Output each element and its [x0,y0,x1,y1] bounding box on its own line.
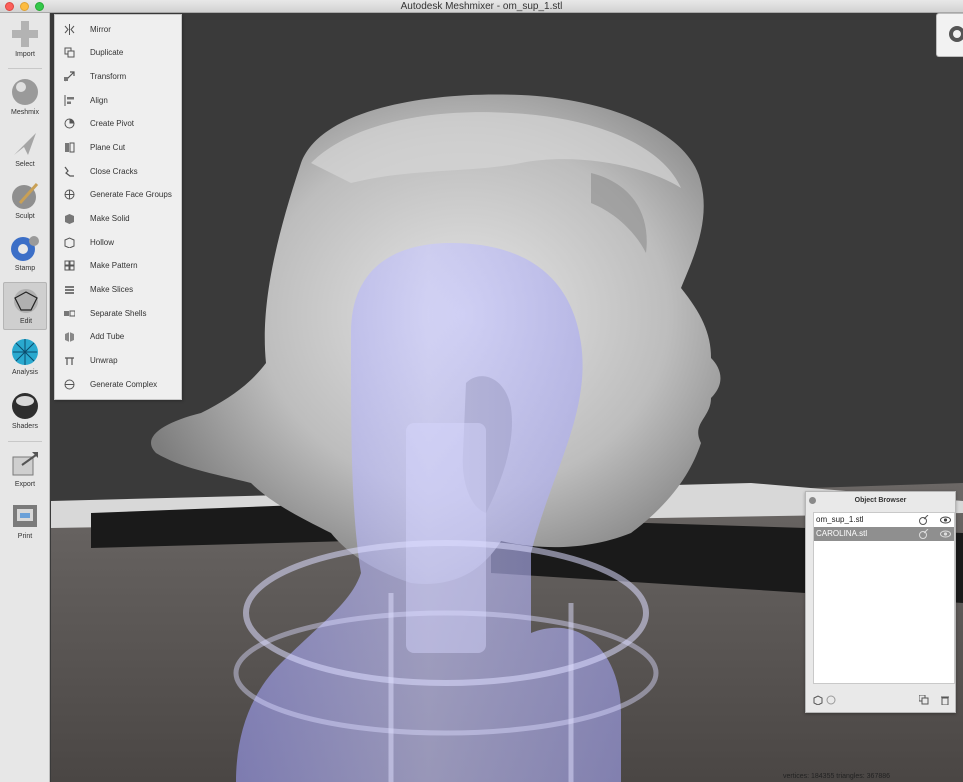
meshmix-tool[interactable]: Meshmix [3,74,47,122]
arrow-cursor-icon [14,133,36,155]
title-bar: Autodesk Meshmixer - om_sup_1.stl [0,0,963,13]
object-browser-footer [806,688,955,712]
tool-label: Export [14,481,36,488]
object-browser-panel: Object Browser om_sup_1.stl CAROLINA.stl [805,491,956,713]
tool-label: Shaders [11,423,39,430]
toolbar-divider [8,441,42,442]
sculpt-tool[interactable]: Sculpt [3,178,47,226]
unwrap-icon [65,357,74,365]
cube-icon[interactable] [813,695,823,705]
tool-label: Print [17,533,33,540]
tool-label: Analysis [11,369,39,376]
menu-item-mirror[interactable]: Mirror [55,18,181,41]
menu-item-unwrap[interactable]: Unwrap [55,349,181,372]
select-tool[interactable]: Select [3,126,47,174]
eye-icon[interactable] [940,515,951,525]
mirror-icon [64,24,75,35]
duplicate-icon[interactable] [919,695,929,705]
wireframe-sphere-icon [14,289,38,313]
menu-item-generate-complex[interactable]: Generate Complex [55,373,181,396]
menu-item-add-tube[interactable]: Add Tube [55,325,181,348]
support-generator-icon[interactable] [918,515,929,525]
tool-label: Import [15,51,35,58]
menu-item-align[interactable]: Align [55,89,181,112]
tool-label: Meshmix [10,109,39,116]
object-browser-title: Object Browser [854,497,907,504]
bunny-sphere-icon [12,79,38,105]
tool-label: Stamp [14,265,36,272]
toolbar-divider [8,68,42,69]
menu-item-duplicate[interactable]: Duplicate [55,41,181,64]
complex-icon [64,379,75,390]
window-title: Autodesk Meshmixer - om_sup_1.stl [400,1,563,12]
tool-label: Edit [19,318,33,325]
shaders-tool[interactable]: Shaders [3,388,47,436]
edit-menu: Mirror Duplicate Transform Align Create … [54,14,182,400]
tool-label: Sculpt [15,213,35,220]
view-cube-widget[interactable] [936,13,963,57]
print-tool[interactable]: Print [3,498,47,546]
duplicate-icon [64,47,75,58]
support-generator-icon[interactable] [918,529,929,539]
tool-label: Select [15,161,35,168]
menu-item-make-slices[interactable]: Make Slices [55,278,181,301]
menu-item-transform[interactable]: Transform [55,65,181,88]
pivot-icon [64,118,75,129]
object-row-selected[interactable]: CAROLINA.stl [814,527,954,541]
menu-item-separate-shells[interactable]: Separate Shells [55,302,181,325]
menu-item-close-cracks[interactable]: Close Cracks [55,160,181,183]
align-icon [64,95,74,106]
transform-icon [64,71,75,82]
eye-icon[interactable] [940,529,951,539]
export-tool[interactable]: Export [3,446,47,494]
view-gear-icon [949,26,963,42]
left-toolbar: Import Meshmix Select Sculpt Stamp Edit [0,13,50,782]
plus-icon [12,21,38,47]
stamp-tool[interactable]: Stamp [3,230,47,278]
plane-cut-icon [65,142,75,153]
import-tool[interactable]: Import [3,16,47,64]
trash-icon[interactable] [940,695,950,705]
edit-tool[interactable]: Edit [3,282,47,330]
object-name: CAROLINA.stl [816,529,868,538]
shiny-sphere-icon [12,393,38,419]
analysis-tool[interactable]: Analysis [3,334,47,382]
object-list: om_sup_1.stl CAROLINA.stl [813,512,955,684]
printer-icon [13,505,37,527]
shells-icon [64,310,75,317]
object-name: om_sup_1.stl [816,515,864,524]
object-row[interactable]: om_sup_1.stl [814,513,954,527]
menu-item-plane-cut[interactable]: Plane Cut [55,136,181,159]
pattern-icon [64,260,75,271]
tube-icon [65,332,74,342]
pivot-icon[interactable] [826,695,836,705]
analysis-sphere-icon [12,339,38,365]
menu-item-hollow[interactable]: Hollow [55,231,181,254]
make-solid-icon [65,214,74,224]
menu-item-generate-face-groups[interactable]: Generate Face Groups [55,183,181,206]
face-groups-icon [64,189,75,200]
hollow-icon [64,237,75,248]
menu-item-create-pivot[interactable]: Create Pivot [55,112,181,135]
close-cracks-icon [64,166,74,177]
mesh-stats: vertices: 184355 triangles: 367886 [783,773,891,780]
slices-icon [65,286,74,294]
brush-sphere-icon [12,182,39,209]
menu-item-make-solid[interactable]: Make Solid [55,207,181,230]
export-icon [12,452,38,476]
menu-item-make-pattern[interactable]: Make Pattern [55,254,181,277]
stamp-sphere-icon [11,236,39,261]
